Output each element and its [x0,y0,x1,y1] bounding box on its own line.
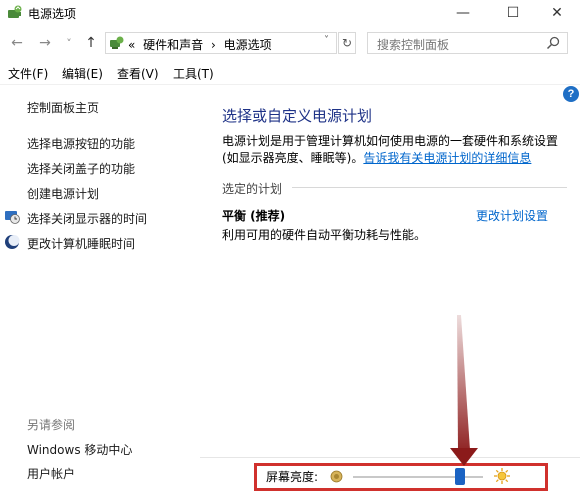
control-panel-icon [110,36,124,49]
menu-tools[interactable]: 工具(T) [173,65,214,82]
sidebar-item-lid[interactable]: 选择关闭盖子的功能 [27,160,135,177]
dim-brightness-icon [330,470,343,483]
close-button[interactable]: ✕ [534,0,580,26]
window-title: 电源选项 [28,7,77,21]
address-dropdown-icon[interactable]: ˅ [324,35,329,46]
chevron-down-icon: ˅ [66,36,72,50]
see-also-mobility-center[interactable]: Windows 移动中心 [27,441,132,458]
help-icon: ? [567,88,575,100]
sidebar-item-display-off[interactable]: 选择关闭显示器的时间 [27,210,147,227]
up-button[interactable]: ↑ [82,34,100,52]
brightness-label: 屏幕亮度: [266,470,319,484]
page-title: 选择或自定义电源计划 [222,107,373,125]
search-input[interactable]: 搜索控制面板 [377,36,449,53]
breadcrumb: « 硬件和声音 › 电源选项 [128,36,276,53]
menu-edit[interactable]: 编辑(E) [62,65,103,82]
see-also-heading: 另请参阅 [27,418,76,432]
menu-file[interactable]: 文件(F) [8,65,48,82]
see-also-user-accounts[interactable]: 用户帐户 [27,465,75,482]
sidebar-item-power-button[interactable]: 选择电源按钮的功能 [27,135,135,152]
sidebar: 控制面板主页 选择电源按钮的功能 选择关闭盖子的功能 创建电源计划 选择关闭显示… [0,85,200,494]
maximize-icon: ☐ [506,5,520,21]
breadcrumb-power-options[interactable]: 电源选项 [224,38,272,52]
brightness-slider-thumb[interactable] [454,468,465,485]
maximize-button[interactable]: ☐ [490,0,536,26]
selected-plan-heading: 选定的计划 [222,182,283,196]
plan-description: 利用可用的硬件自动平衡功耗与性能。 [222,228,427,242]
back-arrow-icon: ← [11,35,23,51]
sidebar-item-sleep-time[interactable]: 更改计算机睡眠时间 [27,235,135,252]
breadcrumb-separator[interactable]: › [211,38,216,52]
bottom-divider [200,457,580,458]
refresh-icon: ↻ [341,36,353,50]
search-box[interactable]: 搜索控制面板 [367,32,568,54]
change-plan-settings-link[interactable]: 更改计划设置 [476,207,548,224]
menu-bar: 文件(F) 编辑(E) 查看(V) 工具(T) [0,62,580,82]
page-description: 电源计划是用于管理计算机如何使用电源的一套硬件和系统设置(如显示器亮度、睡眠等)… [222,133,567,167]
sidebar-item-create-plan[interactable]: 创建电源计划 [27,185,99,202]
bright-brightness-icon [494,468,510,484]
forward-arrow-icon: → [39,35,51,51]
breadcrumb-prefix[interactable]: « [128,38,135,52]
display-timer-icon [5,211,20,224]
plan-name: 平衡 (推荐) [222,209,286,223]
forward-button[interactable]: → [36,34,54,52]
search-icon [546,36,560,50]
help-button[interactable]: ? [563,86,579,102]
sleep-moon-icon [5,235,20,249]
menu-view[interactable]: 查看(V) [117,65,159,82]
minimize-icon: — [456,5,470,21]
title-bar: 电源选项 — ☐ ✕ [0,0,580,26]
address-row: ← → ˅ ↑ « 硬件和声音 › 电源选项 ˅ ↻ 搜索控制面板 [0,26,580,60]
minimize-button[interactable]: — [440,0,486,26]
power-options-icon [8,5,22,18]
address-bar[interactable]: « 硬件和声音 › 电源选项 ˅ [105,32,337,54]
refresh-button[interactable]: ↻ [338,32,356,54]
section-divider [292,187,567,188]
sidebar-control-panel-home[interactable]: 控制面板主页 [27,99,99,116]
close-icon: ✕ [551,5,563,21]
learn-more-link[interactable]: 告诉我有关电源计划的详细信息 [363,151,531,165]
recent-locations-button[interactable]: ˅ [60,34,78,52]
back-button[interactable]: ← [8,34,26,52]
breadcrumb-hardware-sound[interactable]: 硬件和声音 [143,38,203,52]
up-arrow-icon: ↑ [85,35,97,51]
